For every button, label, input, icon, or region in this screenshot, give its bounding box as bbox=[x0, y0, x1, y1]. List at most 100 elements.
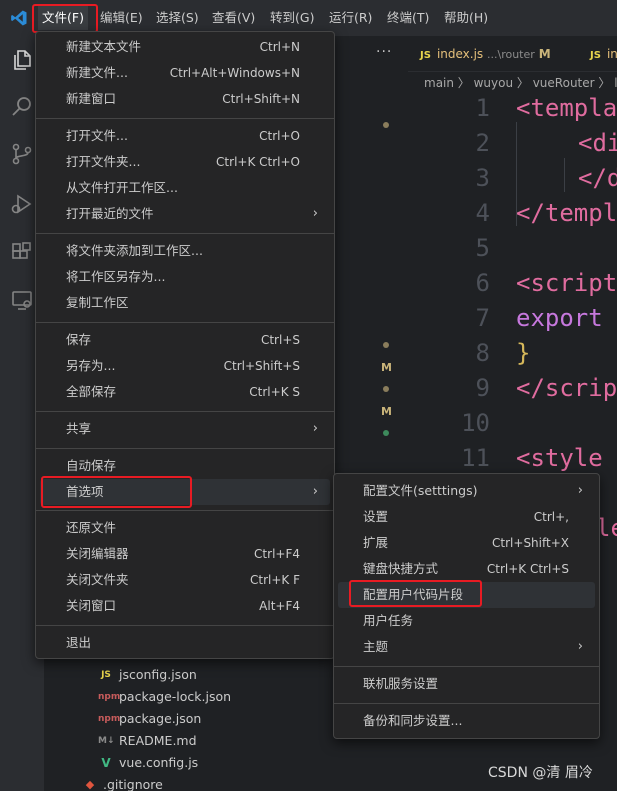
run-debug-icon[interactable] bbox=[10, 192, 34, 216]
tab-second[interactable]: JS in bbox=[590, 36, 617, 72]
menu-separator bbox=[36, 322, 334, 323]
menu-item-label: 共享 bbox=[66, 421, 92, 436]
extensions-icon[interactable] bbox=[10, 240, 34, 264]
tab-label: index.js bbox=[436, 47, 484, 61]
code-line: <templa bbox=[516, 94, 617, 122]
submenu-item-user-snippets[interactable]: 配置用户代码片段 bbox=[338, 582, 595, 608]
menu-item-shortcut: Ctrl+K Ctrl+O bbox=[216, 155, 300, 169]
menu-item-open-file[interactable]: 打开文件... Ctrl+O bbox=[40, 123, 330, 149]
menu-item-add-folder-to-workspace[interactable]: 将文件夹添加到工作区... bbox=[40, 238, 330, 264]
source-control-icon[interactable] bbox=[10, 142, 34, 166]
line-number: 1 bbox=[475, 94, 490, 122]
breadcrumb[interactable]: main 〉 wuyou 〉 vueRouter 〉 ling bbox=[424, 72, 617, 94]
menu-item-close-folder[interactable]: 关闭文件夹 Ctrl+K F bbox=[40, 567, 330, 593]
line-number: 10 bbox=[461, 409, 490, 437]
menu-view[interactable]: 查看(V) bbox=[208, 6, 259, 30]
menu-item-label: 复制工作区 bbox=[66, 295, 129, 310]
menu-separator bbox=[36, 233, 334, 234]
line-number: 3 bbox=[475, 164, 490, 192]
menu-item-label: 关闭窗口 bbox=[66, 598, 117, 613]
indent-guide bbox=[564, 158, 565, 192]
menu-edit[interactable]: 编辑(E) bbox=[96, 6, 147, 30]
submenu-item-settings[interactable]: 设置 Ctrl+, bbox=[338, 504, 595, 530]
menu-file[interactable]: 文件(F) bbox=[38, 6, 88, 30]
code-line: </scrip bbox=[516, 374, 617, 402]
search-icon[interactable] bbox=[10, 94, 34, 118]
submenu-item-online-services[interactable]: 联机服务设置 bbox=[338, 671, 595, 697]
git-file-icon: ◆ bbox=[85, 778, 95, 791]
menu-item-save-workspace-as[interactable]: 将工作区另存为... bbox=[40, 264, 330, 290]
menu-item-new-text-file[interactable]: 新建文本文件 Ctrl+N bbox=[40, 34, 330, 60]
menu-item-label: 键盘快捷方式 bbox=[363, 561, 439, 576]
menu-item-new-file[interactable]: 新建文件... Ctrl+Alt+Windows+N bbox=[40, 60, 330, 86]
file-item[interactable]: npm package-lock.json bbox=[98, 686, 231, 708]
vue-file-icon: V bbox=[101, 756, 111, 770]
submenu-item-keyboard-shortcuts[interactable]: 键盘快捷方式 Ctrl+K Ctrl+S bbox=[338, 556, 595, 582]
file-name: README.md bbox=[119, 733, 197, 748]
submenu-item-extensions[interactable]: 扩展 Ctrl+Shift+X bbox=[338, 530, 595, 556]
file-item[interactable]: ◆ .gitignore bbox=[82, 774, 163, 791]
file-item[interactable]: npm package.json bbox=[98, 708, 201, 730]
menu-item-save-as[interactable]: 另存为... Ctrl+Shift+S bbox=[40, 353, 330, 379]
menu-item-new-window[interactable]: 新建窗口 Ctrl+Shift+N bbox=[40, 86, 330, 112]
git-modified-dot bbox=[383, 122, 389, 128]
menu-item-label: 新建文本文件 bbox=[66, 39, 142, 54]
menu-run[interactable]: 运行(R) bbox=[325, 6, 376, 30]
menu-item-open-recent[interactable]: 打开最近的文件 › bbox=[40, 201, 330, 227]
menu-go[interactable]: 转到(G) bbox=[266, 6, 318, 30]
file-item[interactable]: V vue.config.js bbox=[98, 752, 198, 774]
menu-item-label: 将工作区另存为... bbox=[66, 269, 166, 284]
line-number: 7 bbox=[475, 304, 490, 332]
menu-item-preferences[interactable]: 首选项 › bbox=[40, 479, 330, 505]
file-name: .gitignore bbox=[103, 777, 163, 791]
menu-item-duplicate-workspace[interactable]: 复制工作区 bbox=[40, 290, 330, 316]
code-line: </d bbox=[578, 164, 617, 192]
menu-item-label: 关闭文件夹 bbox=[66, 572, 129, 587]
code-line: <di bbox=[578, 129, 617, 157]
menu-item-label: 退出 bbox=[66, 635, 92, 650]
menu-selection[interactable]: 选择(S) bbox=[152, 6, 203, 30]
menu-item-label: 关闭编辑器 bbox=[66, 546, 129, 561]
menu-item-close-editor[interactable]: 关闭编辑器 Ctrl+F4 bbox=[40, 541, 330, 567]
menu-item-label: 将文件夹添加到工作区... bbox=[66, 243, 203, 258]
submenu-item-backup-sync[interactable]: 备份和同步设置... bbox=[338, 708, 595, 734]
menu-item-shortcut: Ctrl+Alt+Windows+N bbox=[169, 66, 300, 80]
markdown-file-icon: M↓ bbox=[98, 736, 115, 746]
menu-item-close-window[interactable]: 关闭窗口 Alt+F4 bbox=[40, 593, 330, 619]
file-item[interactable]: M↓ README.md bbox=[98, 730, 197, 752]
file-menu-dropdown: 新建文本文件 Ctrl+N 新建文件... Ctrl+Alt+Windows+N 新… bbox=[35, 31, 335, 659]
preferences-submenu: 配置文件(setttings) › 设置 Ctrl+, 扩展 Ctrl+Shift+X… bbox=[333, 473, 600, 739]
menu-item-revert-file[interactable]: 还原文件 bbox=[40, 515, 330, 541]
line-number: 9 bbox=[475, 374, 490, 402]
menu-separator bbox=[334, 703, 599, 704]
line-number: 8 bbox=[475, 339, 490, 367]
menu-item-label: 新建文件... bbox=[66, 65, 128, 80]
explorer-icon[interactable] bbox=[10, 48, 34, 72]
menu-item-shortcut: Ctrl+S bbox=[260, 333, 300, 347]
js-file-icon: JS bbox=[420, 50, 431, 61]
submenu-item-profiles[interactable]: 配置文件(setttings) › bbox=[338, 478, 595, 504]
menu-item-open-folder[interactable]: 打开文件夹... Ctrl+K Ctrl+O bbox=[40, 149, 330, 175]
remote-explorer-icon[interactable] bbox=[10, 288, 34, 312]
menu-help[interactable]: 帮助(H) bbox=[440, 6, 492, 30]
chevron-right-icon: › bbox=[312, 206, 318, 221]
submenu-item-user-tasks[interactable]: 用户任务 bbox=[338, 608, 595, 634]
tab-index-js[interactable]: JS index.js ...\router M bbox=[420, 36, 551, 72]
chevron-right-icon: › bbox=[312, 421, 318, 436]
submenu-item-themes[interactable]: 主题 › bbox=[338, 634, 595, 660]
menu-item-shortcut: Ctrl+K S bbox=[249, 385, 300, 399]
menu-separator bbox=[36, 625, 334, 626]
menu-item-label: 还原文件 bbox=[66, 520, 117, 535]
menu-separator bbox=[36, 448, 334, 449]
menu-item-share[interactable]: 共享 › bbox=[40, 416, 330, 442]
file-item[interactable]: JS jsconfig.json bbox=[98, 664, 197, 686]
menu-item-auto-save[interactable]: 自动保存 bbox=[40, 453, 330, 479]
menu-item-save[interactable]: 保存 Ctrl+S bbox=[40, 327, 330, 353]
menu-item-exit[interactable]: 退出 bbox=[40, 630, 330, 656]
menu-terminal[interactable]: 终端(T) bbox=[383, 6, 433, 30]
menu-item-save-all[interactable]: 全部保存 Ctrl+K S bbox=[40, 379, 330, 405]
menu-item-open-workspace[interactable]: 从文件打开工作区... bbox=[40, 175, 330, 201]
menu-item-label: 另存为... bbox=[66, 358, 116, 373]
menu-item-label: 打开最近的文件 bbox=[66, 206, 154, 221]
more-actions-icon[interactable]: ··· bbox=[376, 44, 392, 60]
